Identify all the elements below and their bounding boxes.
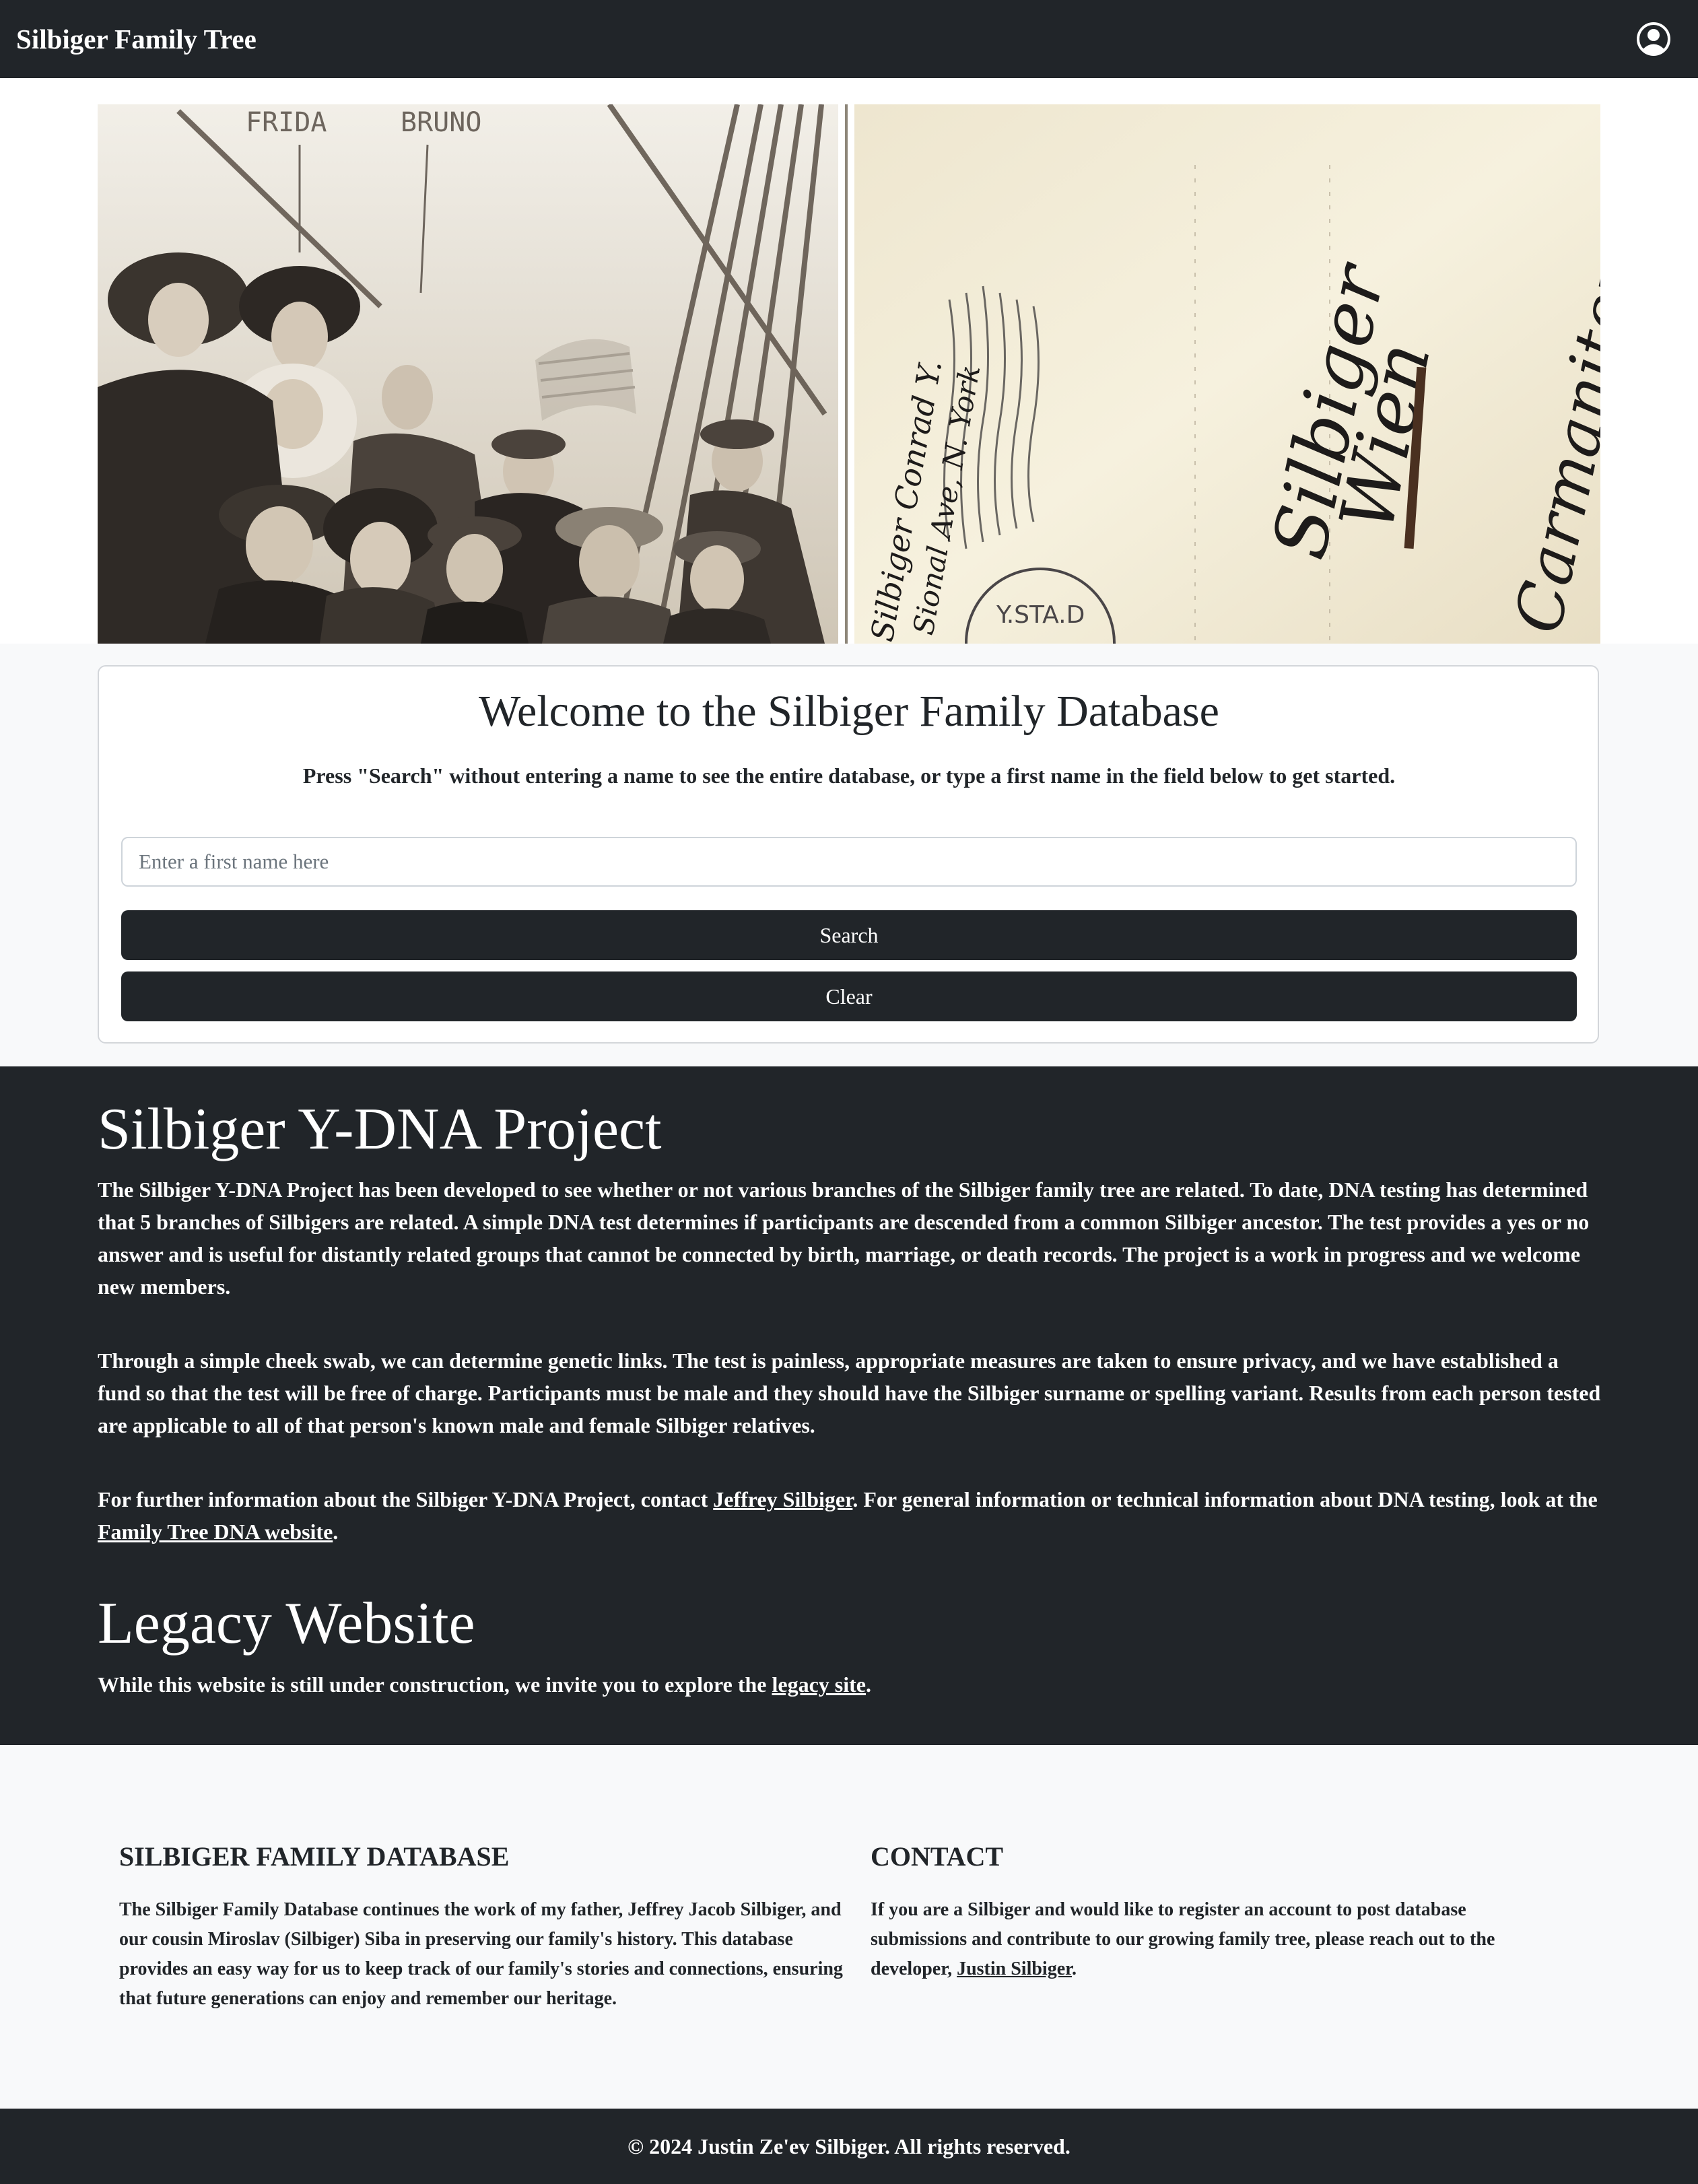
dna-info-text: . For general information or technical i… xyxy=(852,1487,1598,1511)
dna-project-heading: Silbiger Y-DNA Project xyxy=(98,1097,662,1162)
about-title: SILBIGER FAMILY DATABASE xyxy=(119,1841,510,1872)
family-tree-dna-link[interactable]: Family Tree DNA website xyxy=(98,1520,333,1544)
dna-paragraph-1: The Silbiger Y-DNA Project has been deve… xyxy=(98,1178,1590,1299)
welcome-subtitle: Press "Search" without entering a name t… xyxy=(302,763,1396,788)
legacy-text: While this website is still under constr… xyxy=(98,1672,772,1697)
photo-annotation: BRUNO xyxy=(401,107,481,138)
legacy-site-link[interactable]: legacy site xyxy=(772,1672,866,1697)
contact-period: . xyxy=(1072,1958,1077,1979)
about-text: The Silbiger Family Database continues t… xyxy=(119,1899,843,2009)
hero-image: FRIDA BRUNO Y.STA.D Silbiger Conrad Y. S… xyxy=(98,104,1600,644)
dna-contact-text: For further information about the Silbig… xyxy=(98,1487,714,1511)
contact-text: If you are a Silbiger and would like to … xyxy=(871,1895,1551,1984)
justin-silbiger-link[interactable]: Justin Silbiger xyxy=(957,1958,1072,1979)
dna-paragraph-2: Through a simple cheek swab, we can dete… xyxy=(98,1349,1601,1437)
legacy-period: . xyxy=(865,1672,871,1697)
dna-period: . xyxy=(333,1520,339,1544)
welcome-title: Welcome to the Silbiger Family Database xyxy=(479,687,1219,736)
copyright-text: © 2024 Justin Ze'ev Silbiger. All rights… xyxy=(627,2134,1071,2158)
photo-annotation: FRIDA xyxy=(246,107,327,138)
user-circle-icon[interactable] xyxy=(1636,22,1671,57)
jeffrey-silbiger-link[interactable]: Jeffrey Silbiger xyxy=(713,1487,852,1511)
clear-button[interactable]: Clear xyxy=(121,971,1577,1021)
legacy-paragraph: While this website is still under constr… xyxy=(98,1668,1602,1701)
postmark-text: Y.STA.D xyxy=(996,601,1085,629)
site-brand[interactable]: Silbiger Family Tree xyxy=(16,20,257,58)
contact-title: CONTACT xyxy=(871,1841,1004,1872)
search-button[interactable]: Search xyxy=(121,910,1577,960)
legacy-heading: Legacy Website xyxy=(98,1591,475,1656)
dna-paragraph-3: For further information about the Silbig… xyxy=(98,1483,1602,1548)
first-name-search-input[interactable] xyxy=(121,837,1577,887)
